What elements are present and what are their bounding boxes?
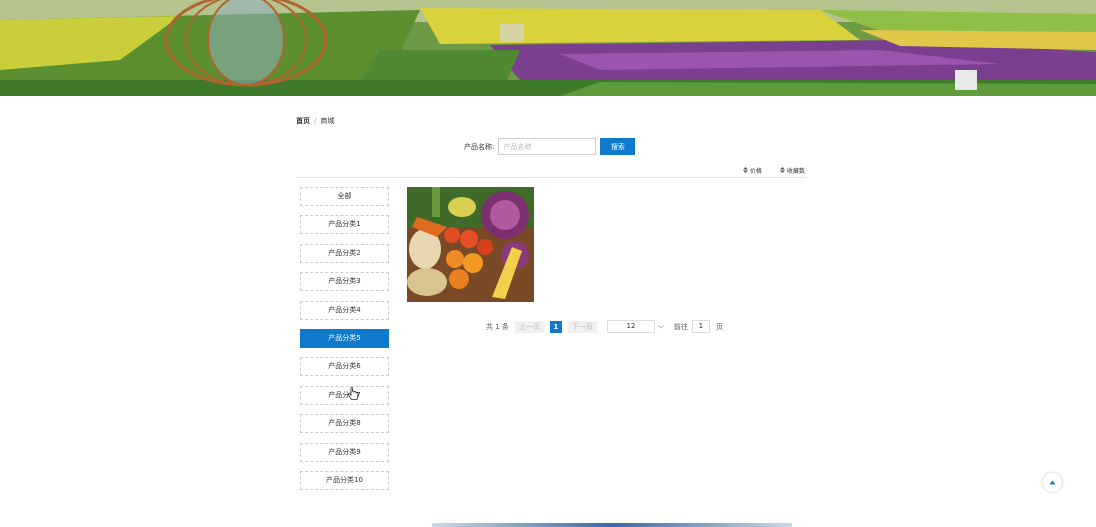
hand-cursor-icon bbox=[347, 387, 359, 403]
footer-banner-edge bbox=[432, 523, 792, 527]
category-item[interactable]: 产品分类2 bbox=[300, 243, 389, 263]
sort-by-favorites[interactable]: 收藏数 bbox=[780, 166, 805, 175]
breadcrumb-home-link[interactable]: 首页 bbox=[296, 117, 310, 125]
back-to-top-button[interactable] bbox=[1043, 473, 1062, 492]
pagination: 共 1 条 上一页 1 下一页 12 前往 1 页 bbox=[486, 320, 723, 333]
sort-by-price[interactable]: 价格 bbox=[743, 166, 762, 175]
product-card[interactable] bbox=[407, 187, 534, 302]
sort-favorites-label: 收藏数 bbox=[786, 168, 805, 175]
sort-icon bbox=[743, 167, 748, 173]
page-size-select[interactable]: 12 bbox=[606, 320, 655, 333]
next-page-button[interactable]: 下一页 bbox=[567, 320, 597, 333]
category-item[interactable]: 产品分类3 bbox=[300, 272, 389, 292]
category-item[interactable]: 产品分类6 bbox=[300, 357, 389, 377]
sort-icon bbox=[780, 167, 785, 173]
breadcrumb: 首页 / 商城 bbox=[296, 116, 334, 126]
category-item[interactable]: 产品分类5 bbox=[300, 328, 389, 348]
prev-page-button[interactable]: 上一页 bbox=[514, 320, 544, 333]
category-item[interactable]: 产品分类8 bbox=[300, 414, 389, 434]
product-name-input[interactable] bbox=[498, 138, 597, 155]
category-item[interactable]: 产品分类10 bbox=[300, 470, 389, 490]
breadcrumb-current: 商城 bbox=[320, 117, 335, 125]
chevron-down-icon[interactable] bbox=[658, 323, 664, 331]
arrow-up-icon bbox=[1049, 480, 1056, 485]
category-item[interactable]: 产品分类7 bbox=[300, 385, 389, 405]
goto-label: 前往 bbox=[673, 322, 688, 331]
category-item[interactable]: 产品分类1 bbox=[300, 215, 389, 235]
category-item[interactable]: 全部 bbox=[300, 187, 389, 206]
category-item[interactable]: 产品分类4 bbox=[300, 300, 389, 320]
search-bar: 产品名称: 搜索 bbox=[464, 138, 636, 155]
product-image-vegetables bbox=[407, 187, 534, 302]
search-label: 产品名称: bbox=[464, 142, 495, 151]
pagination-total: 共 1 条 bbox=[486, 322, 509, 331]
page-number-current[interactable]: 1 bbox=[549, 320, 562, 333]
goto-unit: 页 bbox=[715, 322, 723, 331]
banner-landscape bbox=[0, 0, 1096, 96]
banner-image bbox=[0, 0, 1096, 96]
goto-page-input[interactable]: 1 bbox=[691, 320, 710, 333]
category-item[interactable]: 产品分类9 bbox=[300, 442, 389, 462]
category-list: 全部产品分类1 产品分类2 产品分类3 产品分类4 产品分类5 产品分类6 产品分类7 产品分… bbox=[300, 187, 389, 499]
breadcrumb-separator: / bbox=[314, 117, 317, 125]
sort-bar: 价格 收藏数 bbox=[296, 166, 806, 178]
sort-price-label: 价格 bbox=[749, 168, 762, 175]
search-button[interactable]: 搜索 bbox=[600, 138, 636, 155]
